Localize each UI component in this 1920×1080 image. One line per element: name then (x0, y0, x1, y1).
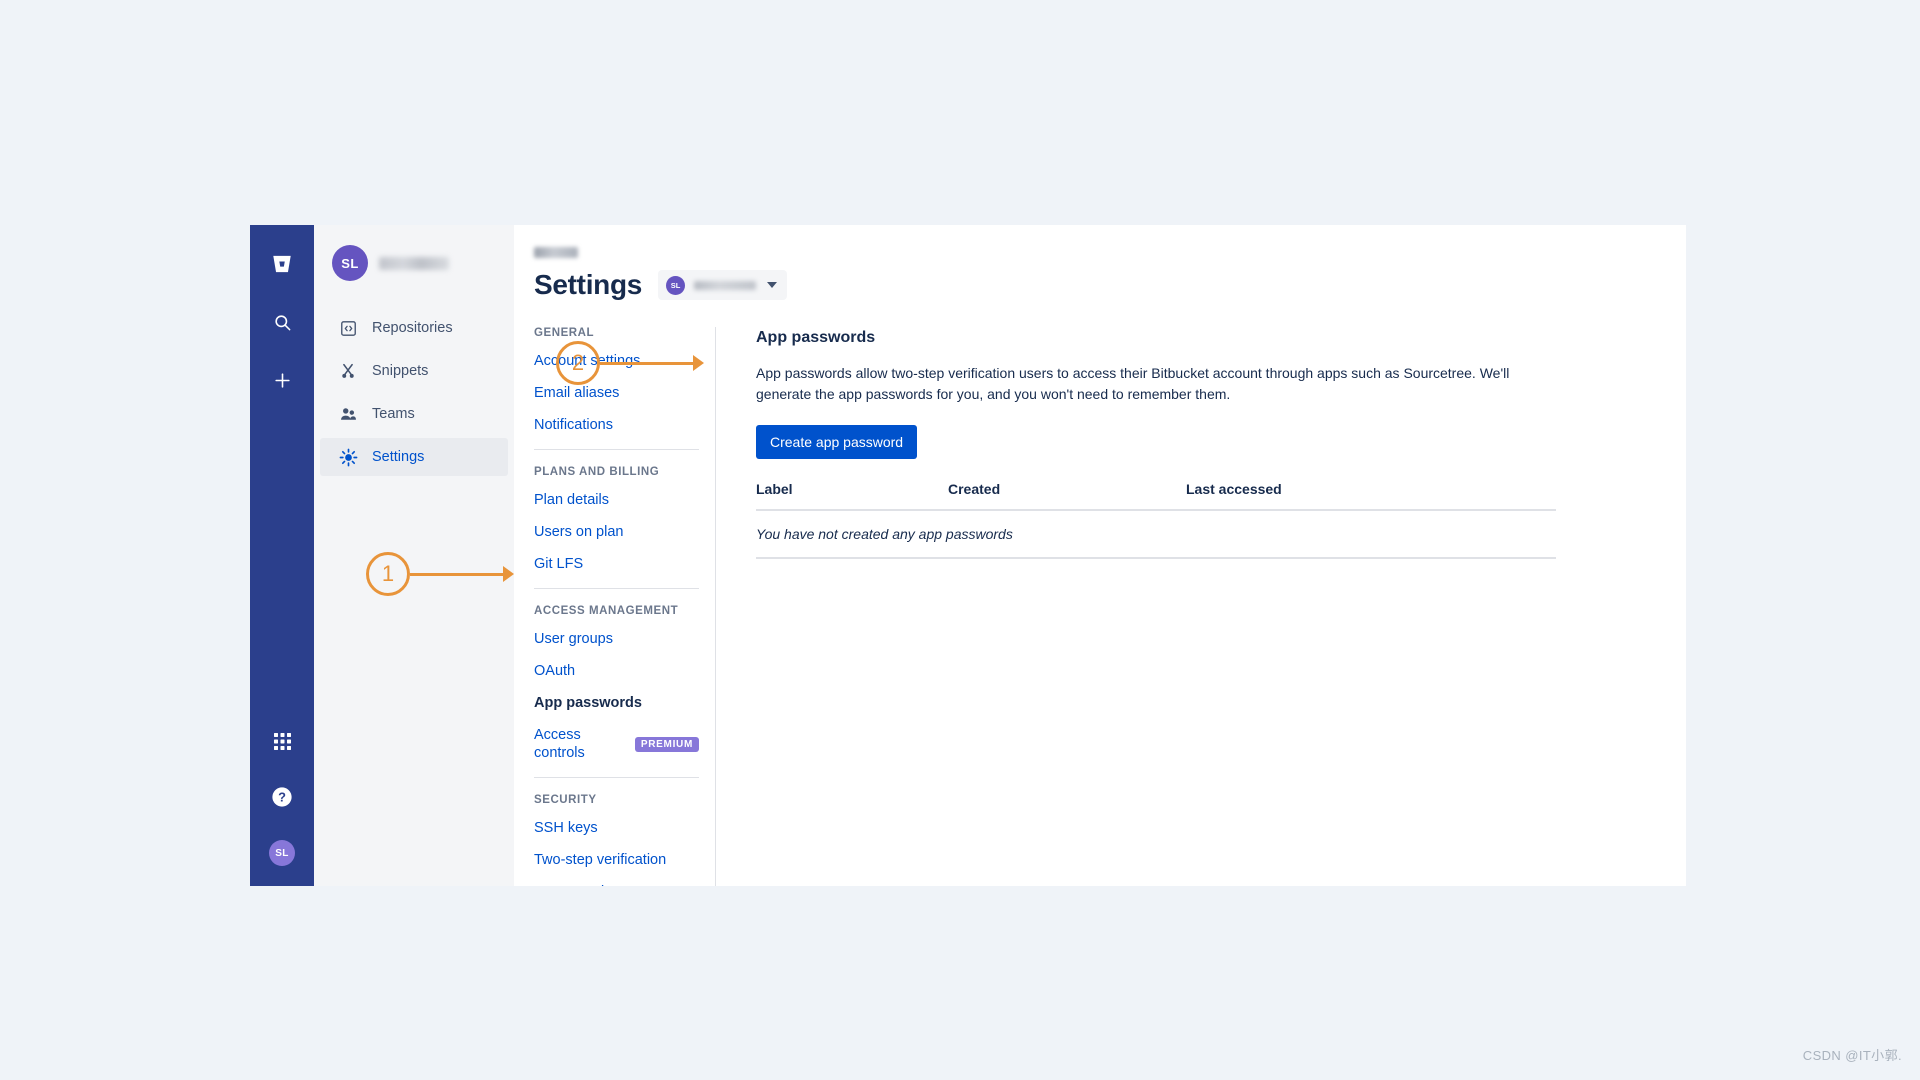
settings-header: Settings SL (534, 269, 1686, 301)
sidebar-nav-list: Repositories Snippets Teams Settings (314, 309, 514, 476)
section-description: App passwords allow two-step verificatio… (756, 365, 1510, 402)
settings-link-git-lfs[interactable]: Git LFS (534, 555, 699, 573)
sidebar-item-snippets[interactable]: Snippets (320, 352, 508, 390)
table-header-row: Label Created Last accessed (756, 481, 1556, 511)
create-app-password-button[interactable]: Create app password (756, 425, 918, 459)
settings-link-account-settings[interactable]: Account settings (534, 352, 699, 370)
settings-nav-group-title: ACCESS MANAGEMENT (534, 605, 679, 617)
teams-people-icon (338, 404, 358, 424)
table-row: You have not created any app passwords (756, 510, 1556, 559)
rail-avatar-initials: SL (269, 840, 295, 866)
settings-nav-group-access-management: ACCESS MANAGEMENT User groups OAuth App … (534, 588, 699, 762)
search-icon[interactable] (265, 305, 299, 339)
sidebar-item-label: Repositories (372, 320, 453, 336)
bitbucket-app-window: ? SL SL Repositories Snippets Teams Sett… (250, 225, 1686, 886)
secondary-sidebar: SL Repositories Snippets Teams Settings (314, 225, 514, 886)
account-switcher[interactable]: SL (658, 270, 788, 300)
settings-link-oauth[interactable]: OAuth (534, 662, 699, 680)
help-question-icon[interactable]: ? (265, 780, 299, 814)
settings-nav: GENERAL Account settings Email aliases N… (534, 327, 716, 886)
rail-avatar[interactable]: SL (265, 836, 299, 870)
settings-link-access-controls-row: Access controls PREMIUM (534, 726, 699, 762)
column-header-created: Created (948, 481, 1186, 511)
column-header-label: Label (756, 481, 948, 511)
settings-link-connected-accounts[interactable]: Connected accounts (534, 883, 699, 886)
settings-link-plan-details[interactable]: Plan details (534, 491, 699, 509)
empty-state-message: You have not created any app passwords (756, 510, 1556, 559)
main-panel: App passwords App passwords allow two-st… (716, 327, 1686, 886)
snippets-scissors-icon (338, 361, 358, 381)
account-switcher-avatar: SL (666, 275, 686, 295)
watermark: CSDN @IT小郭. (1802, 1048, 1902, 1063)
content-pane: Settings SL GENERAL Account settings Ema… (514, 225, 1686, 886)
app-switcher-grid-icon[interactable] (265, 724, 299, 758)
repositories-code-icon (338, 318, 358, 338)
bitbucket-logo-icon[interactable] (265, 247, 299, 281)
settings-gear-icon (338, 447, 358, 467)
settings-link-email-aliases[interactable]: Email aliases (534, 384, 699, 402)
sidebar-item-settings[interactable]: Settings (320, 438, 508, 476)
settings-nav-group-title: PLANS AND BILLING (534, 466, 660, 478)
premium-badge: PREMIUM (634, 736, 699, 752)
breadcrumb (534, 247, 578, 258)
settings-link-ssh-keys[interactable]: SSH keys (534, 819, 699, 837)
account-switcher-name-redacted (694, 280, 757, 290)
chevron-down-icon (767, 282, 778, 288)
settings-nav-group-security: SECURITY SSH keys Two-step verification … (534, 777, 699, 886)
page-title: Settings (534, 269, 643, 300)
sidebar-item-repositories[interactable]: Repositories (320, 309, 508, 347)
svg-text:?: ? (278, 790, 286, 805)
settings-nav-group-title: GENERAL (534, 327, 595, 339)
column-header-last-accessed: Last accessed (1186, 481, 1556, 511)
avatar: SL (332, 245, 368, 281)
profile-name-redacted (379, 256, 449, 270)
sidebar-item-label: Snippets (372, 363, 429, 379)
settings-link-app-passwords[interactable]: App passwords (534, 694, 699, 712)
settings-nav-group-general: GENERAL Account settings Email aliases N… (534, 327, 699, 434)
sidebar-item-label: Teams (372, 406, 415, 422)
section-title: App passwords (756, 329, 876, 346)
profile-row[interactable]: SL (314, 245, 514, 281)
settings-link-notifications[interactable]: Notifications (534, 416, 699, 434)
settings-nav-group-title: SECURITY (534, 794, 597, 806)
settings-link-access-controls[interactable]: Access controls (534, 726, 626, 762)
global-navigation-rail: ? SL (250, 225, 314, 886)
settings-link-user-groups[interactable]: User groups (534, 630, 699, 648)
settings-link-users-on-plan[interactable]: Users on plan (534, 523, 699, 541)
sidebar-item-label: Settings (372, 449, 425, 465)
sidebar-item-teams[interactable]: Teams (320, 395, 508, 433)
plus-icon[interactable] (265, 363, 299, 397)
app-passwords-table: Label Created Last accessed You have not… (756, 481, 1556, 559)
settings-link-two-step-verification[interactable]: Two-step verification (534, 851, 699, 869)
settings-nav-group-plans-and-billing: PLANS AND BILLING Plan details Users on … (534, 449, 699, 573)
